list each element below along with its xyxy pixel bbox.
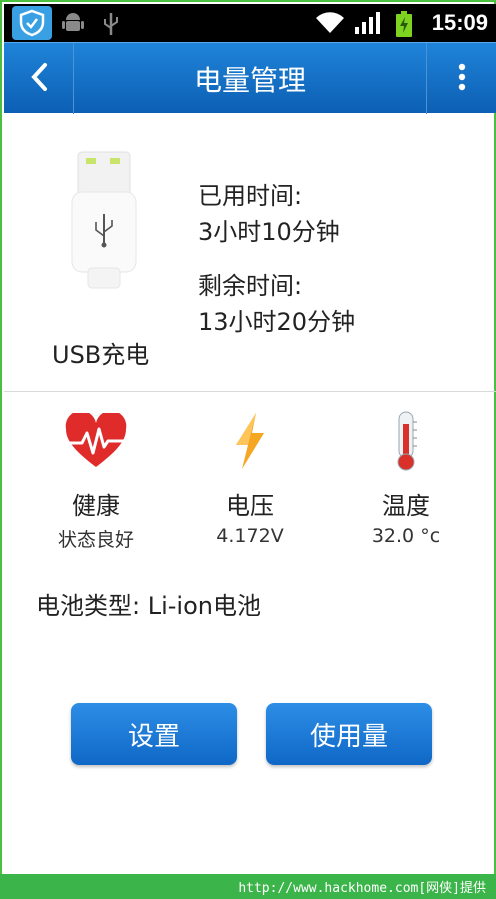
status-bar: 15:09 xyxy=(4,4,496,42)
battery-charging-icon xyxy=(396,11,412,41)
heart-pulse-icon xyxy=(26,406,166,476)
android-icon xyxy=(62,11,84,39)
usb-icon xyxy=(102,11,120,41)
app-shield-icon xyxy=(12,6,52,40)
used-time-value: 3小时10分钟 xyxy=(198,218,340,246)
lightning-icon xyxy=(180,406,320,476)
app-frame: 15:09 电量管理 USB充电 已用时间: 3小时10分钟 剩余时间: 13小… xyxy=(0,0,496,899)
back-button[interactable] xyxy=(4,43,74,114)
status-time: 15:09 xyxy=(431,10,488,35)
battery-type-label: 电池类型: Li-ion电池 xyxy=(36,592,261,620)
usb-plug-icon xyxy=(64,144,144,294)
wifi-icon xyxy=(314,11,346,39)
signal-icon xyxy=(354,11,382,39)
charge-mode-label: USB充电 xyxy=(52,341,150,369)
health-stat: 健康 状态良好 xyxy=(26,406,166,552)
health-value: 状态良好 xyxy=(57,529,134,551)
temperature-title: 温度 xyxy=(382,492,430,520)
voltage-title: 电压 xyxy=(226,492,274,520)
chevron-left-icon xyxy=(29,62,49,96)
remaining-time-value: 13小时20分钟 xyxy=(198,308,356,336)
thermometer-icon xyxy=(336,406,476,476)
voltage-value: 4.172V xyxy=(216,525,284,547)
health-title: 健康 xyxy=(72,492,120,520)
voltage-stat: 电压 4.172V xyxy=(180,406,320,547)
more-menu-button[interactable] xyxy=(426,43,496,114)
title-bar: 电量管理 xyxy=(4,42,496,114)
divider xyxy=(4,391,496,392)
usage-button[interactable]: 使用量 xyxy=(266,703,432,765)
settings-button[interactable]: 设置 xyxy=(71,703,237,765)
used-time-label: 已用时间: xyxy=(198,182,303,210)
more-vertical-icon xyxy=(458,63,466,95)
temperature-value: 32.0 °c xyxy=(371,525,441,547)
remaining-time-label: 剩余时间: xyxy=(198,272,303,300)
temperature-stat: 温度 32.0 °c xyxy=(336,406,476,547)
watermark-footer: http://www.hackhome.com[网侠]提供 xyxy=(0,874,496,899)
page-title: 电量管理 xyxy=(193,63,306,97)
